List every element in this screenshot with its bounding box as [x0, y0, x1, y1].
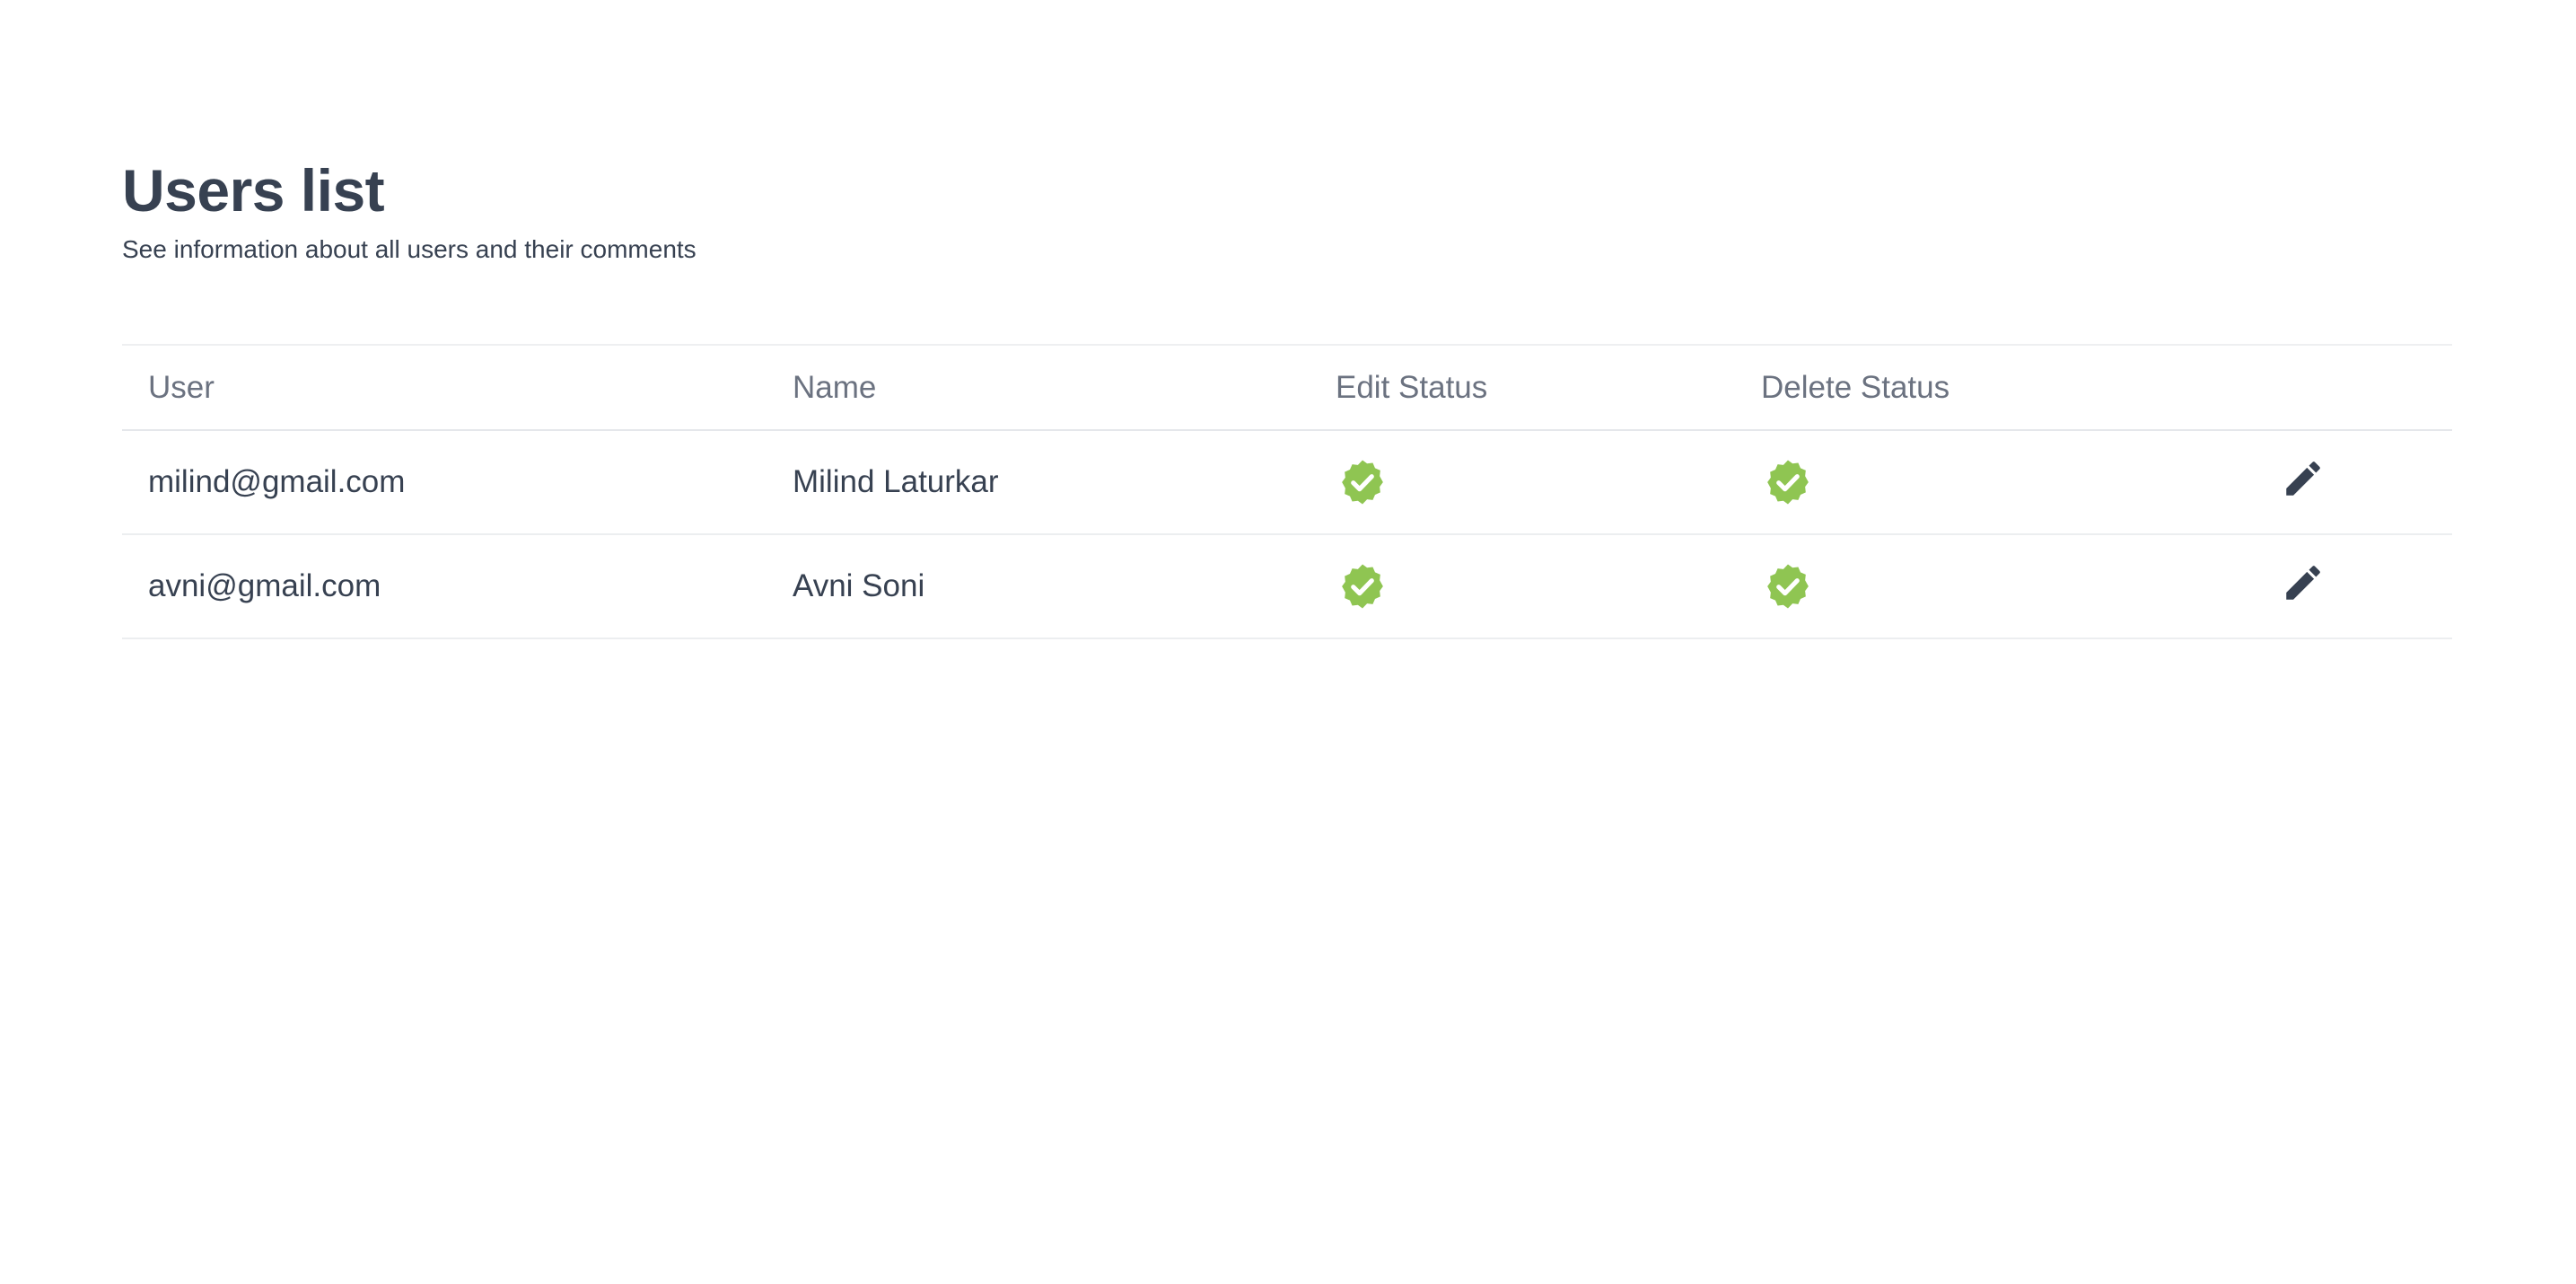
column-header-actions: [2266, 345, 2452, 430]
column-header-edit-status: Edit Status: [1336, 369, 1488, 405]
page-header: Users list See information about all use…: [122, 151, 697, 268]
table-row: avni@gmail.com Avni Soni: [122, 534, 2452, 638]
pencil-icon: [2286, 565, 2320, 600]
column-header-name: Name: [793, 369, 877, 405]
verified-badge-icon: [1342, 460, 1383, 505]
users-list-page: Users list See information about all use…: [0, 0, 2576, 1284]
user-email-cell: milind@gmail.com: [148, 464, 406, 499]
pencil-icon: [2286, 461, 2320, 496]
table-header: User Name Edit Status Delete Status: [122, 345, 2452, 430]
verified-badge-icon: [1342, 564, 1383, 609]
users-table-container: User Name Edit Status Delete Status mili…: [122, 344, 2452, 639]
verified-badge-icon: [1767, 460, 1809, 505]
column-header-delete-status: Delete Status: [1761, 369, 1950, 405]
edit-status-cell: [1336, 534, 1761, 638]
page-subtitle: See information about all users and thei…: [122, 235, 697, 263]
table-row: milind@gmail.com Milind Laturkar: [122, 430, 2452, 534]
edit-user-button[interactable]: [2281, 453, 2326, 513]
verified-badge-icon: [1767, 564, 1809, 609]
users-table: User Name Edit Status Delete Status mili…: [122, 344, 2452, 639]
delete-status-cell: [1761, 430, 2266, 534]
edit-user-button[interactable]: [2281, 557, 2326, 617]
actions-cell: [2266, 430, 2452, 534]
user-email-cell: avni@gmail.com: [148, 568, 381, 603]
table-header-row: User Name Edit Status Delete Status: [122, 345, 2452, 430]
actions-cell: [2266, 534, 2452, 638]
user-name-cell: Avni Soni: [793, 568, 925, 603]
delete-status-cell: [1761, 534, 2266, 638]
column-header-user: User: [148, 369, 215, 405]
user-name-cell: Milind Laturkar: [793, 464, 999, 499]
table-body: milind@gmail.com Milind Laturkar avni@gm…: [122, 430, 2452, 638]
edit-status-cell: [1336, 430, 1761, 534]
page-title: Users list: [122, 157, 385, 224]
